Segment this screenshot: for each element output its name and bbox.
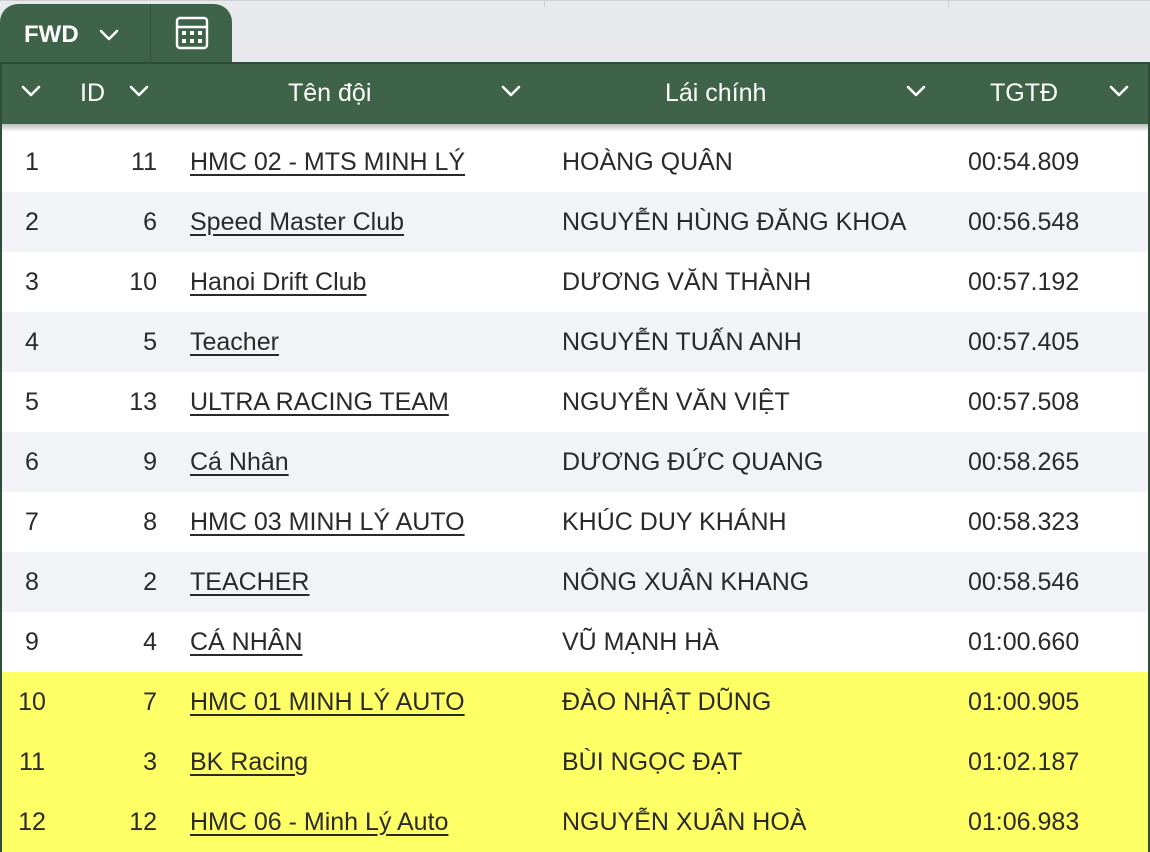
driver-cell: HOÀNG QUÂN [562,148,733,176]
time-cell: 00:58.546 [968,568,1080,596]
results-table: ID Tên đội Lái chính TGTĐ 1 11 HMC 02 - MT… [0,62,1150,852]
id-cell: 6 [143,208,157,236]
id-column-menu-chevron-icon[interactable] [128,80,150,102]
team-link[interactable]: HMC 01 MINH LÝ AUTO [190,672,465,732]
driver-cell: NGUYỄN VĂN VIỆT [562,388,790,416]
table-row[interactable]: 3 10 Hanoi Drift Club DƯƠNG VĂN THÀNH 00:57.… [2,252,1148,312]
rank-cell: 11 [19,748,45,776]
time-cell: 01:00.660 [968,628,1080,656]
id-cell: 9 [143,448,157,476]
id-cell: 3 [143,748,157,776]
rank-cell: 3 [25,268,39,296]
id-cell: 13 [129,388,157,416]
team-link[interactable]: HMC 06 - Minh Lý Auto [190,792,448,852]
rank-cell: 9 [25,628,39,656]
id-cell: 12 [129,808,157,836]
table-row[interactable]: 1 11 HMC 02 - MTS MINH LÝ HOÀNG QUÂN 00:54.8… [2,132,1148,192]
time-column-menu-chevron-icon[interactable] [1108,80,1130,102]
rank-cell: 7 [25,508,39,536]
view-tabs: FWD [0,4,232,66]
chevron-down-icon[interactable] [99,29,119,41]
table-row[interactable]: 5 13 ULTRA RACING TEAM NGUYỄN VĂN VIỆT 00:57… [2,372,1148,432]
time-cell: 00:54.809 [968,148,1080,176]
team-link[interactable]: TEACHER [190,552,309,612]
team-link[interactable]: HMC 03 MINH LÝ AUTO [190,492,465,552]
id-cell: 7 [143,688,157,716]
rank-cell: 6 [25,448,39,476]
team-link[interactable]: CÁ NHÂN [190,612,303,672]
team-link[interactable]: Hanoi Drift Club [190,252,366,312]
driver-cell: NGUYỄN XUÂN HOÀ [562,808,807,836]
team-link[interactable]: ULTRA RACING TEAM [190,372,449,432]
team-link[interactable]: BK Racing [190,732,308,792]
table-row[interactable]: 7 8 HMC 03 MINH LÝ AUTO KHÚC DUY KHÁNH 00:58… [2,492,1148,552]
time-cell: 01:06.983 [968,808,1080,836]
table-row[interactable]: 12 12 HMC 06 - Minh Lý Auto NGUYỄN XUÂN HOÀ… [2,792,1148,852]
header-shadow [2,124,1148,132]
time-cell: 00:57.508 [968,388,1080,416]
table-row[interactable]: 9 4 CÁ NHÂN VŨ MẠNH HÀ 01:00.660 [2,612,1148,672]
team-link[interactable]: Teacher [190,312,279,372]
id-cell: 4 [143,628,157,656]
driver-cell: BÙI NGỌC ĐẠT [562,748,743,776]
table-body: 1 11 HMC 02 - MTS MINH LÝ HOÀNG QUÂN 00:54.8… [2,132,1148,852]
team-column-menu-chevron-icon[interactable] [500,80,522,102]
rank-cell: 1 [25,148,39,176]
column-header-team[interactable]: Tên đội [288,64,371,122]
driver-cell: DƯƠNG ĐỨC QUANG [562,448,824,476]
id-cell: 2 [143,568,157,596]
team-link[interactable]: Speed Master Club [190,192,404,252]
column-header-id[interactable]: ID [80,64,105,122]
time-cell: 00:58.265 [968,448,1080,476]
time-cell: 01:02.187 [968,748,1080,776]
column-header-driver[interactable]: Lái chính [665,64,766,122]
driver-cell: NGUYỄN HÙNG ĐĂNG KHOA [562,208,907,236]
time-cell: 00:58.323 [968,508,1080,536]
id-cell: 10 [129,268,157,296]
rank-cell: 8 [25,568,39,596]
driver-cell: VŨ MẠNH HÀ [562,628,719,656]
calculator-tab[interactable] [150,4,232,66]
rank-cell: 12 [18,808,46,836]
table-row[interactable]: 8 2 TEACHER NÔNG XUÂN KHANG 00:58.546 [2,552,1148,612]
driver-cell: ĐÀO NHẬT DŨNG [562,688,772,716]
driver-cell: DƯƠNG VĂN THÀNH [562,268,812,296]
table-row[interactable]: 11 3 BK Racing BÙI NGỌC ĐẠT 01:02.187 [2,732,1148,792]
team-link[interactable]: Cá Nhân [190,432,289,492]
view-tab-label: FWD [24,21,79,48]
rank-cell: 10 [18,688,46,716]
driver-cell: NGUYỄN TUẤN ANH [562,328,802,356]
column-header-time[interactable]: TGTĐ [990,64,1058,122]
team-link[interactable]: HMC 02 - MTS MINH LÝ [190,132,465,192]
view-selector-tab[interactable]: FWD [0,4,150,66]
id-cell: 8 [143,508,157,536]
id-cell: 5 [143,328,157,356]
time-cell: 00:57.192 [968,268,1080,296]
rank-column-menu-chevron-icon[interactable] [20,80,42,102]
table-header: ID Tên đội Lái chính TGTĐ [2,62,1148,124]
table-row[interactable]: 4 5 Teacher NGUYỄN TUẤN ANH 00:57.405 [2,312,1148,372]
time-cell: 01:00.905 [968,688,1080,716]
time-cell: 00:56.548 [968,208,1080,236]
table-row[interactable]: 6 9 Cá Nhân DƯƠNG ĐỨC QUANG 00:58.265 [2,432,1148,492]
table-row[interactable]: 10 7 HMC 01 MINH LÝ AUTO ĐÀO NHẬT DŨNG 01:00… [2,672,1148,732]
time-cell: 00:57.405 [968,328,1080,356]
calculator-icon [175,16,209,55]
driver-cell: NÔNG XUÂN KHANG [562,568,810,596]
id-cell: 11 [131,148,157,176]
rank-cell: 4 [25,328,39,356]
driver-column-menu-chevron-icon[interactable] [905,80,927,102]
driver-cell: KHÚC DUY KHÁNH [562,508,787,536]
rank-cell: 5 [25,388,39,416]
table-row[interactable]: 2 6 Speed Master Club NGUYỄN HÙNG ĐĂNG KHOA… [2,192,1148,252]
rank-cell: 2 [25,208,39,236]
